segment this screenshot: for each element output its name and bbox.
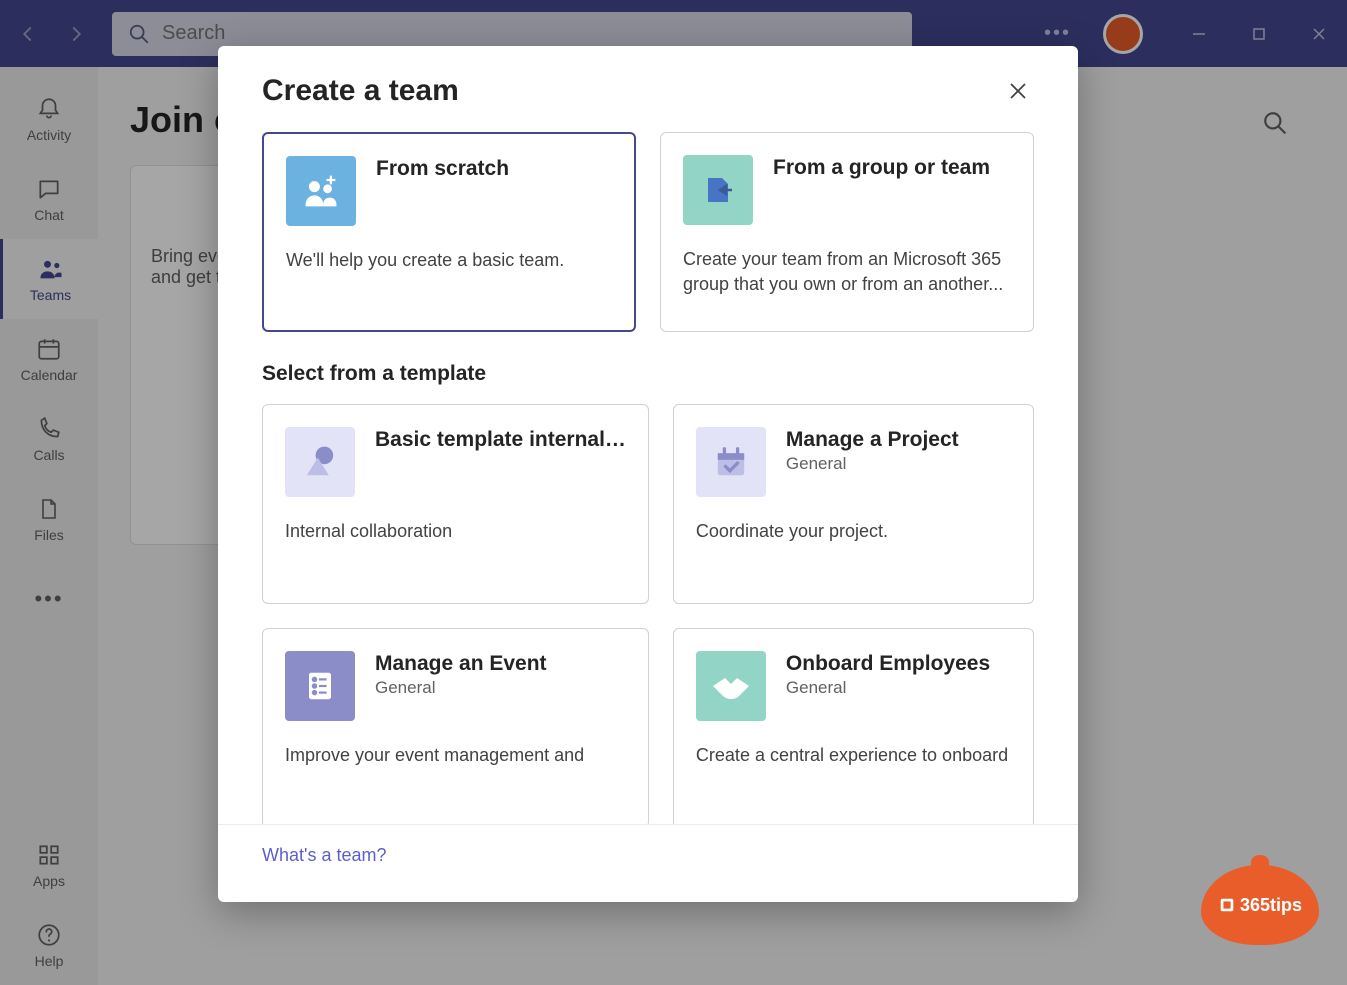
calendar-check-icon — [696, 427, 766, 497]
handshake-icon — [696, 651, 766, 721]
card-desc: Internal collaboration — [285, 519, 626, 544]
card-desc: We'll help you create a basic team. — [286, 248, 612, 273]
card-title: Manage an Event — [375, 651, 626, 676]
card-sub: General — [786, 678, 1011, 698]
template-manage-project[interactable]: Manage a Project General Coordinate your… — [673, 404, 1034, 604]
card-title: From a group or team — [773, 155, 1011, 180]
card-desc: Create a central experience to onboard — [696, 743, 1011, 768]
template-section-title: Select from a template — [262, 362, 1034, 386]
card-desc: Coordinate your project. — [696, 519, 1011, 544]
card-title: From scratch — [376, 156, 612, 181]
office-icon — [1218, 896, 1236, 914]
card-sub: General — [375, 678, 626, 698]
checklist-icon — [285, 651, 355, 721]
template-onboard-employees[interactable]: Onboard Employees General Create a centr… — [673, 628, 1034, 824]
people-plus-icon — [286, 156, 356, 226]
card-title: Manage a Project — [786, 427, 1011, 452]
option-from-group[interactable]: From a group or team Create your team fr… — [660, 132, 1034, 332]
modal-title: Create a team — [262, 74, 459, 108]
card-title: Onboard Employees — [786, 651, 1011, 676]
template-manage-event[interactable]: Manage an Event General Improve your eve… — [262, 628, 649, 824]
whats-a-team-link[interactable]: What's a team? — [262, 845, 387, 865]
group-arrow-icon — [683, 155, 753, 225]
option-from-scratch[interactable]: From scratch We'll help you create a bas… — [262, 132, 636, 332]
close-modal-button[interactable] — [1002, 75, 1034, 107]
shapes-icon — [285, 427, 355, 497]
card-title: Basic template internal… — [375, 427, 626, 452]
card-desc: Create your team from an Microsoft 365 g… — [683, 247, 1011, 297]
create-team-modal: Create a team From scratch We'll help yo… — [218, 46, 1078, 902]
card-sub: General — [786, 454, 1011, 474]
badge-text: 365tips — [1240, 895, 1302, 916]
card-desc: Improve your event management and — [285, 743, 626, 768]
template-basic-internal[interactable]: Basic template internal… Internal collab… — [262, 404, 649, 604]
